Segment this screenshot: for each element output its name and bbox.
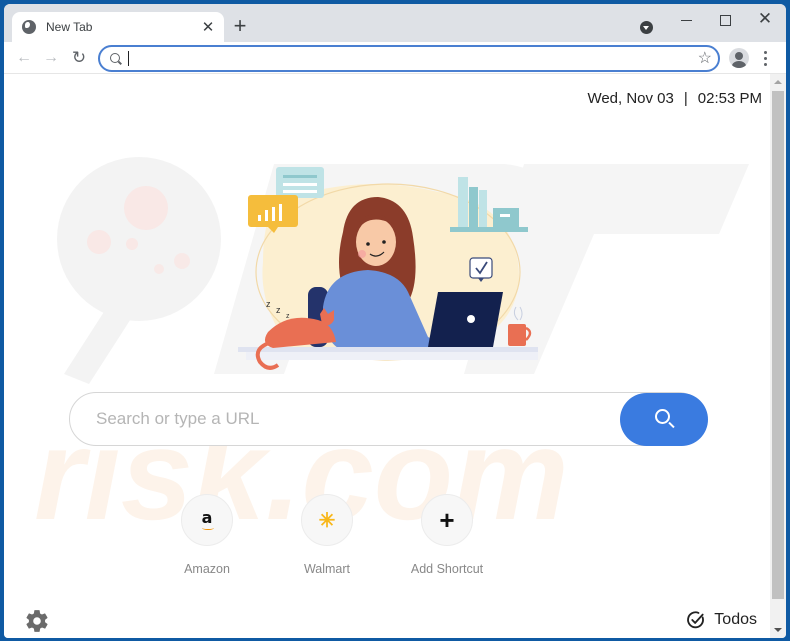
amazon-smile-icon [202, 526, 214, 530]
maximize-button[interactable] [710, 8, 740, 32]
page-search-bar [69, 392, 708, 446]
svg-text:z: z [286, 313, 290, 320]
time-text: 02:53 PM [697, 90, 762, 107]
scroll-up-button[interactable] [770, 74, 786, 90]
laptop-icon [428, 292, 503, 347]
chat-bubble-icon [276, 167, 324, 198]
check-circle-icon [687, 611, 705, 629]
walmart-spark-icon: ✳ [318, 509, 336, 532]
shortcut-add[interactable]: + Add Shortcut [402, 494, 492, 576]
add-shortcut-tile[interactable]: + [421, 494, 473, 546]
todos-label: Todos [714, 611, 757, 628]
reload-button[interactable]: ↻ [68, 47, 90, 69]
forward-button[interactable]: → [40, 47, 62, 69]
minimize-button[interactable] [672, 8, 702, 32]
coffee-cup-icon [508, 324, 526, 346]
date-time-display: Wed, Nov 03 | 02:53 PM [587, 90, 762, 107]
amazon-icon: a [201, 507, 213, 527]
svg-text:z: z [266, 299, 271, 309]
bookmark-star-icon[interactable]: ☆ [698, 48, 712, 68]
tab-search-icon[interactable] [640, 21, 653, 34]
address-bar[interactable]: ☆ [98, 45, 720, 72]
window-close-button[interactable]: ✕ [750, 8, 780, 32]
shortcut-label: Walmart [303, 562, 351, 576]
todos-button[interactable]: Todos [686, 608, 757, 632]
vertical-scrollbar[interactable] [770, 74, 786, 638]
settings-gear-icon[interactable] [24, 608, 50, 634]
checkbox-bubble-icon [469, 257, 493, 279]
plus-icon: + [439, 505, 455, 535]
date-time-separator: | [683, 90, 688, 107]
new-tab-button[interactable]: + [230, 15, 250, 37]
scrollbar-thumb[interactable] [772, 91, 784, 599]
hero-illustration: z z z [238, 167, 538, 370]
browser-toolbar: ← → ↻ ☆ [4, 42, 786, 74]
tab-strip: New Tab ✕ + ✕ [4, 4, 786, 42]
new-tab-page: risk.com Wed, Nov 03 | 02:53 PM z z z Se… [4, 74, 770, 638]
search-input[interactable] [96, 405, 596, 433]
svg-text:z: z [276, 305, 281, 315]
tab-title: New Tab [46, 20, 93, 34]
text-cursor [128, 51, 129, 66]
back-button[interactable]: ← [13, 47, 35, 69]
search-icon [110, 53, 120, 63]
scroll-down-button[interactable] [770, 622, 786, 638]
shortcut-label: Amazon [184, 562, 230, 576]
shortcut-label: Add Shortcut [410, 562, 484, 576]
shortcut-walmart-tile[interactable]: ✳ [301, 494, 353, 546]
shortcut-amazon-tile[interactable]: a [181, 494, 233, 546]
shortcut-walmart[interactable]: ✳ Walmart [282, 494, 372, 576]
profile-avatar-button[interactable] [729, 48, 749, 68]
search-button[interactable] [620, 393, 708, 446]
browser-window: New Tab ✕ + ✕ ← → ↻ ☆ risk.com Wed, Nov … [4, 4, 786, 638]
browser-menu-button[interactable] [760, 49, 770, 67]
globe-icon [22, 20, 36, 34]
date-text: Wed, Nov 03 [587, 90, 674, 107]
shortcut-amazon[interactable]: a Amazon [162, 494, 252, 576]
tab-close-button[interactable]: ✕ [200, 18, 216, 36]
tab-new-tab[interactable]: New Tab ✕ [12, 12, 224, 42]
search-icon [655, 409, 670, 424]
